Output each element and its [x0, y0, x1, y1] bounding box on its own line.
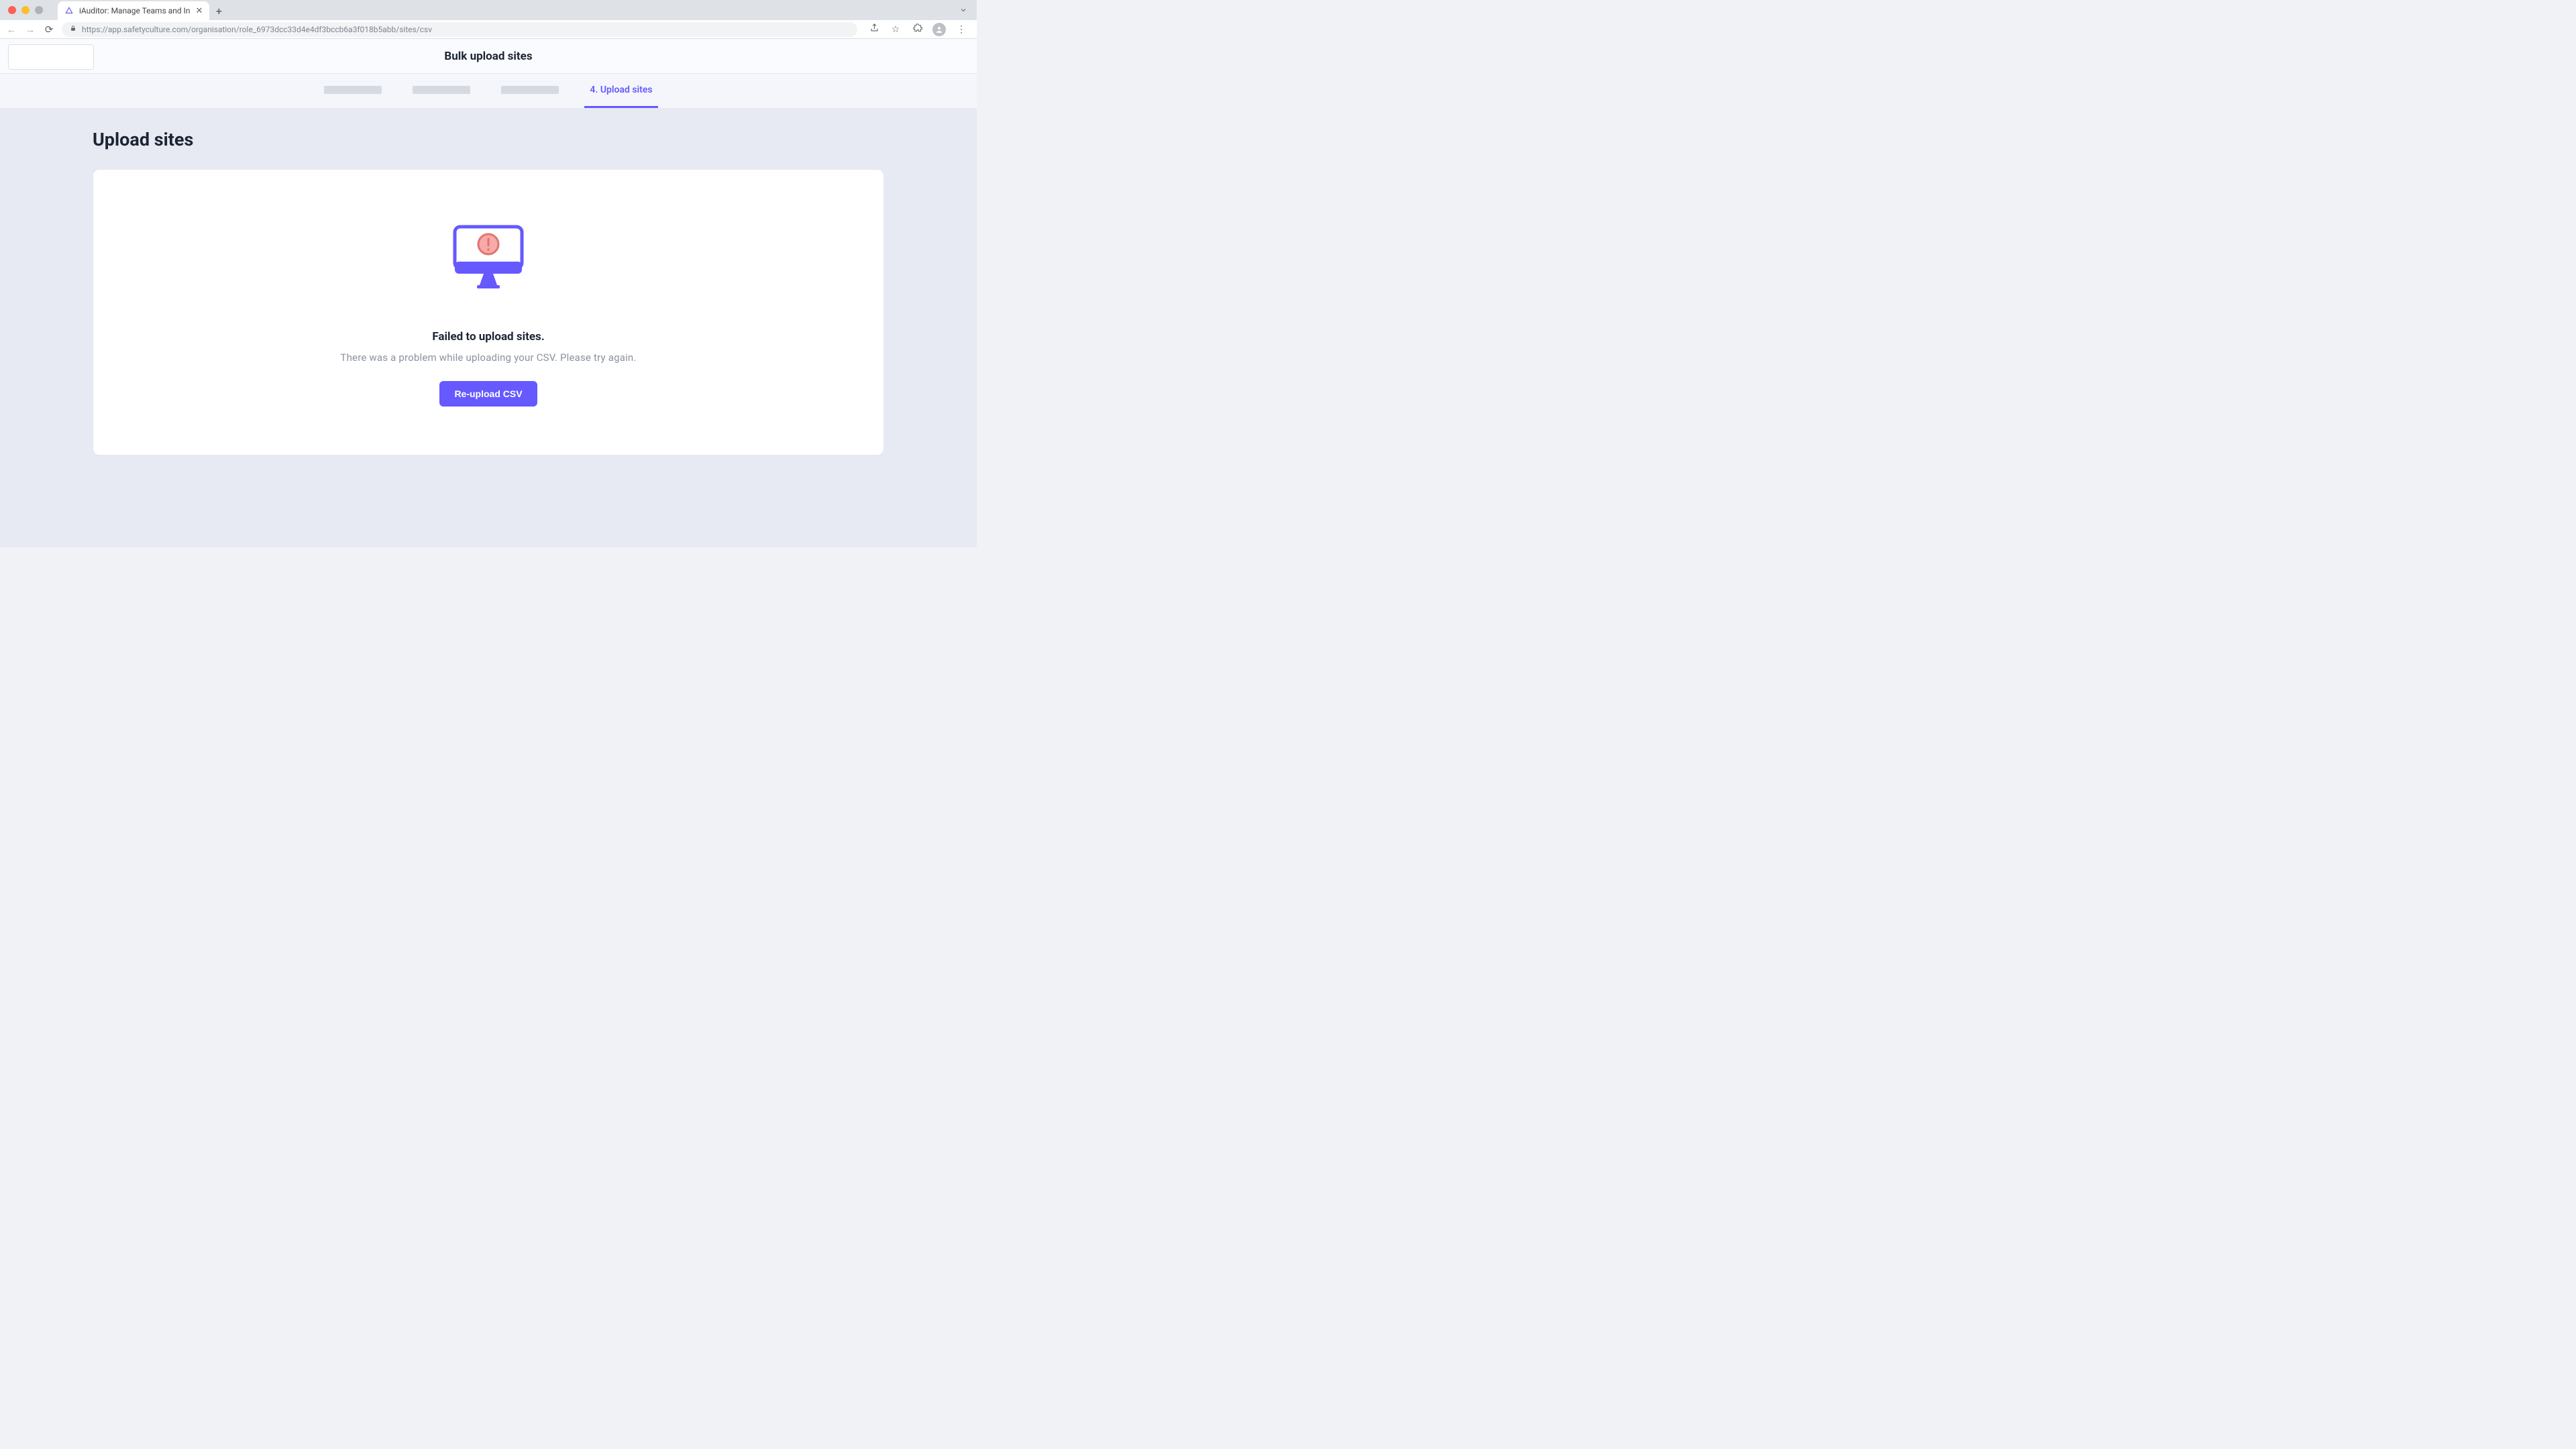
- url-text: https://app.safetyculture.com/organisati…: [82, 25, 432, 34]
- step-3[interactable]: [496, 74, 564, 108]
- tabs-chevron-icon[interactable]: [950, 0, 977, 20]
- logo-placeholder: [8, 44, 94, 70]
- lock-icon: [70, 25, 76, 34]
- close-window-icon[interactable]: [8, 6, 16, 14]
- step-placeholder: [324, 86, 382, 94]
- url-input[interactable]: https://app.safetyculture.com/organisati…: [62, 22, 857, 37]
- back-icon[interactable]: ←: [5, 23, 17, 36]
- browser-actions: ☆ ⋮: [864, 23, 971, 36]
- error-monitor-icon: [451, 223, 525, 293]
- content-area: Upload sites Failed to upload sites. The…: [0, 109, 977, 547]
- share-icon[interactable]: [868, 23, 880, 36]
- step-2[interactable]: [407, 74, 476, 108]
- app-header: Bulk upload sites: [0, 39, 977, 74]
- kebab-menu-icon[interactable]: ⋮: [955, 24, 967, 35]
- browser-tab-strip: iAuditor: Manage Teams and In ✕ +: [0, 0, 977, 20]
- error-title: Failed to upload sites.: [432, 330, 544, 343]
- step-4-upload-sites[interactable]: 4. Upload sites: [584, 74, 657, 108]
- extensions-icon[interactable]: [911, 23, 923, 36]
- step-placeholder: [413, 86, 470, 94]
- steps-bar: 4. Upload sites: [0, 74, 977, 109]
- minimize-window-icon[interactable]: [21, 6, 30, 14]
- star-icon[interactable]: ☆: [890, 24, 902, 35]
- reload-icon[interactable]: ⟳: [43, 23, 55, 36]
- maximize-window-icon[interactable]: [35, 6, 43, 14]
- window-controls: [0, 0, 51, 20]
- tab-title: iAuditor: Manage Teams and In: [79, 6, 191, 15]
- step-1[interactable]: [319, 74, 387, 108]
- upload-card: Failed to upload sites. There was a prob…: [93, 169, 884, 455]
- browser-address-bar: ← → ⟳ https://app.safetyculture.com/orga…: [0, 20, 977, 39]
- page-title: Bulk upload sites: [0, 50, 977, 63]
- reupload-csv-button[interactable]: Re-upload CSV: [439, 381, 537, 407]
- section-title: Upload sites: [93, 129, 884, 150]
- favicon-icon: [64, 6, 74, 15]
- browser-tab[interactable]: iAuditor: Manage Teams and In ✕: [58, 1, 209, 20]
- error-description: There was a problem while uploading your…: [340, 352, 636, 364]
- profile-avatar-icon[interactable]: [932, 23, 946, 36]
- forward-icon: →: [24, 23, 36, 36]
- new-tab-button[interactable]: +: [209, 1, 228, 20]
- step-placeholder: [501, 86, 559, 94]
- tab-close-icon[interactable]: ✕: [196, 6, 203, 16]
- step-label: 4. Upload sites: [590, 85, 652, 95]
